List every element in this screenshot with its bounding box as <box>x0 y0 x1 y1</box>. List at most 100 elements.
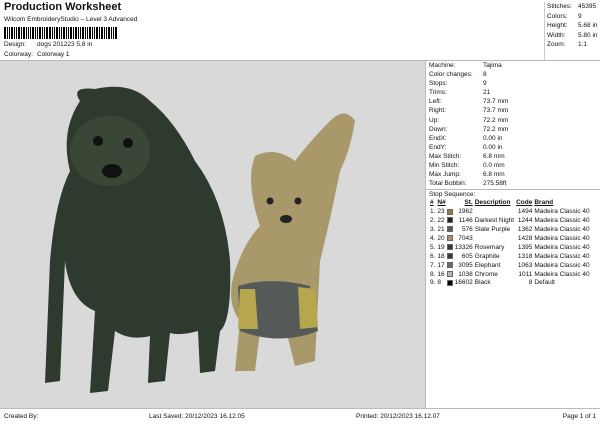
info-row-value: 21 <box>483 89 491 97</box>
stat-row-label: Zoom: <box>547 41 566 48</box>
barcode-bar <box>39 27 41 39</box>
barcode-bar <box>52 27 53 39</box>
colorway-label: Colorway: <box>4 51 33 58</box>
barcode-bar <box>49 27 51 39</box>
stop-number: 1. <box>430 208 436 216</box>
printed: Printed: 20/12/2023 16.12.07 <box>356 413 440 420</box>
barcode-bar <box>68 27 69 39</box>
brand: Madeira Classic 40 <box>534 261 590 269</box>
info-row: Machine: Tajima <box>429 61 600 70</box>
barcode-bar <box>14 27 15 39</box>
info-row: Min Stitch: 0.0 mm <box>429 161 600 170</box>
stitch-count: 1962 <box>458 208 473 216</box>
stitch-count: 3095 <box>458 261 473 269</box>
color-swatch <box>446 244 454 253</box>
stop-sequence-table: # N# St. Description Code Brand 1. 23 1962 1494 M… <box>429 199 591 288</box>
last-saved: Last Saved: 20/12/2023 16.12.05 <box>149 413 245 420</box>
color-swatch <box>446 253 454 262</box>
description <box>474 235 515 244</box>
column-header: Brand <box>534 199 554 207</box>
design-row: Design: dogs 201223 5,8 in <box>4 41 92 48</box>
barcode-bar <box>106 27 107 39</box>
color-swatch <box>446 208 454 217</box>
barcode-bar <box>66 27 67 39</box>
stats-box: Stitches: 45395 Colors: 9 Height: 5.68 in Widt… <box>544 2 598 60</box>
stat-row-value: 1:1 <box>578 41 588 48</box>
info-row: Down: 72.2 mm <box>429 125 600 134</box>
stop-number: 4. <box>430 234 436 242</box>
color-swatch <box>446 226 454 235</box>
info-panel: Machine: Tajima Color changes: 8 Stops: 9 Trim… <box>425 61 600 408</box>
barcode-bar <box>92 27 93 39</box>
barcode-bar <box>11 27 13 39</box>
barcode-bar <box>82 27 84 39</box>
needle-number: 17 <box>437 261 445 269</box>
code: 1362 <box>517 226 533 234</box>
needle-number: 22 <box>437 217 445 225</box>
stat-row-label: Width: <box>547 31 566 39</box>
barcode-bar <box>96 27 98 39</box>
barcode-bar <box>54 27 55 39</box>
colorway-row: Colorway: Colorway 1 <box>4 51 70 58</box>
stop-number: 6. <box>430 252 436 260</box>
barcode-bar <box>18 27 20 39</box>
info-row-label: Machine: <box>429 62 456 69</box>
machine-info: Machine: Tajima Color changes: 8 Stops: 9 Trim… <box>426 61 600 188</box>
code: 1318 <box>517 252 533 260</box>
barcode-bar <box>61 27 62 39</box>
info-row: Total Bobbin: 275.58ft <box>429 179 600 188</box>
stat-row-label: Stitches: <box>547 3 572 10</box>
table-row: 7. 17 3095 Elephant 1063 Madeira Classic 40 <box>429 262 591 271</box>
color-swatch <box>446 235 454 244</box>
info-row-value: 0.0 mm <box>483 162 505 170</box>
created-by: Created By: <box>4 413 39 420</box>
info-row: Color changes: 8 <box>429 70 600 79</box>
stat-row: Height: 5.68 in <box>547 21 598 31</box>
page-number: Page 1 of 1 <box>562 413 596 420</box>
description: Rosemary <box>474 243 505 251</box>
stat-row-value: 5.68 in <box>578 22 598 29</box>
needle-number: 18 <box>437 252 445 260</box>
info-row-label: Down: <box>429 125 448 133</box>
info-row: Stops: 9 <box>429 79 600 88</box>
code: 8 <box>528 279 533 287</box>
stat-row: Width: 5.80 in <box>547 31 598 41</box>
info-row-label: Stops: <box>429 80 448 88</box>
page-title: Production Worksheet <box>4 1 122 13</box>
barcode-bar <box>59 27 60 39</box>
barcode-bar <box>99 27 100 39</box>
stitch-count: 1146 <box>458 217 473 225</box>
info-row-value: 73.7 mm <box>483 107 509 115</box>
needle-number: 8 <box>437 279 442 287</box>
barcode-bar <box>111 27 112 39</box>
barcode-bar <box>35 27 36 39</box>
colorway-value: Colorway 1 <box>37 51 70 58</box>
brand: Madeira Classic 40 <box>534 234 590 242</box>
barcode-bar <box>28 27 29 39</box>
barcode-bar <box>89 27 91 39</box>
stitch-count: 16602 <box>454 279 473 287</box>
info-row: Max Stitch: 6.8 mm <box>429 152 600 161</box>
barcode-bar <box>80 27 81 39</box>
code: 1428 <box>517 234 533 242</box>
stat-row-label: Height: <box>547 22 568 29</box>
stop-number: 5. <box>430 243 436 251</box>
barcode-bar <box>9 27 10 39</box>
code: 1494 <box>517 208 533 216</box>
info-row-value: Tajima <box>483 62 502 69</box>
brand: Madeira Classic 40 <box>534 252 590 260</box>
info-row-value: 6.8 mm <box>483 152 505 160</box>
column-header: Description <box>474 199 511 207</box>
description: Graphite <box>474 252 500 260</box>
description: Elephant <box>474 261 501 269</box>
small-dog <box>231 113 355 371</box>
stitch-count: 13326 <box>454 243 473 251</box>
stat-row: Stitches: 45395 <box>547 2 598 12</box>
needle-number: 23 <box>437 208 445 216</box>
stat-row: Colors: 9 <box>547 12 598 22</box>
barcode-bar <box>94 27 95 39</box>
barcode-bar <box>104 27 105 39</box>
info-row-value: 73.7 mm <box>483 98 509 106</box>
code: 1011 <box>518 270 533 278</box>
info-row-value: 6.8 mm <box>483 171 505 179</box>
